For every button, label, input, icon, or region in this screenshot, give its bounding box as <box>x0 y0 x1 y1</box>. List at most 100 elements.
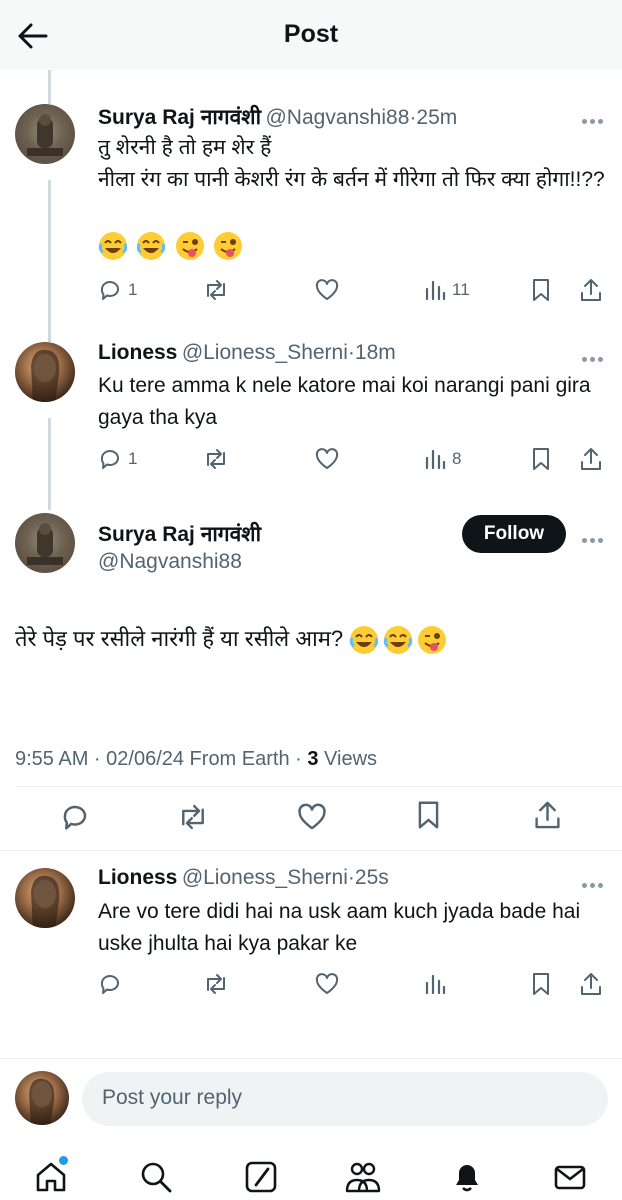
reply-count: 1 <box>128 449 138 468</box>
avatar[interactable] <box>15 868 75 928</box>
wink-tongue-emoji-icon <box>175 232 204 260</box>
views-count: 8 <box>452 449 462 468</box>
more-icon[interactable] <box>582 349 608 362</box>
messages-icon[interactable] <box>553 1160 587 1194</box>
thread-line <box>48 180 51 342</box>
repost-icon <box>207 449 225 469</box>
home-icon[interactable] <box>34 1160 68 1194</box>
share-button[interactable] <box>579 444 603 474</box>
display-name[interactable]: Lioness <box>98 866 177 889</box>
divider <box>0 850 622 851</box>
like-button[interactable] <box>314 444 340 474</box>
timestamp[interactable]: 25m <box>416 106 457 129</box>
reply-icon <box>63 805 87 830</box>
share-button[interactable] <box>579 969 603 999</box>
post-meta: 9:55 AM · 02/06/24 From Earth · 3 Views <box>15 748 377 771</box>
search-icon[interactable] <box>139 1160 173 1194</box>
more-icon[interactable] <box>582 875 608 888</box>
views-button[interactable]: 11 <box>424 275 470 305</box>
reply-icon <box>100 975 119 994</box>
bookmark-button[interactable] <box>530 275 552 305</box>
divider <box>15 786 622 787</box>
views-label: Views <box>318 748 378 770</box>
timestamp[interactable]: 18m <box>355 341 396 364</box>
divider <box>0 1058 622 1059</box>
display-name[interactable]: Surya Raj नागवंशी <box>98 520 261 548</box>
avatar[interactable] <box>15 104 75 164</box>
bookmark-button[interactable] <box>415 800 442 830</box>
views-button[interactable]: 8 <box>424 444 461 474</box>
repost-button[interactable] <box>202 444 230 474</box>
notifications-icon[interactable] <box>450 1160 484 1194</box>
more-icon[interactable] <box>582 530 608 543</box>
tweet-header: Surya Raj नागवंशी @Nagvanshi88·25m <box>98 103 457 131</box>
timestamp[interactable]: 25s <box>355 866 389 889</box>
views-icon <box>425 280 446 301</box>
views-count: 11 <box>452 280 470 299</box>
grok-icon[interactable] <box>244 1160 278 1194</box>
wink-tongue-emoji-icon <box>418 626 447 655</box>
repost-button[interactable] <box>202 275 230 305</box>
avatar[interactable] <box>15 342 75 402</box>
more-icon[interactable] <box>582 111 608 124</box>
repost-button[interactable] <box>176 802 210 832</box>
handle[interactable]: @Lioness_Sherni <box>182 341 348 364</box>
repost-button[interactable] <box>202 969 230 999</box>
tweet-text: Are vo tere didi hai na usk aam kuch jya… <box>98 900 581 955</box>
heart-icon <box>315 279 339 300</box>
avatar[interactable] <box>15 513 75 573</box>
main-actions <box>0 798 622 838</box>
my-avatar[interactable] <box>15 1071 69 1125</box>
tweet-header: Lioness @Lioness_Sherni·25s <box>98 866 389 890</box>
share-button[interactable] <box>579 275 603 305</box>
tweet-actions <box>98 969 608 999</box>
repost-icon <box>207 280 225 300</box>
bookmark-icon <box>533 973 549 995</box>
joy-emoji-icon <box>137 232 166 260</box>
page-title: Post <box>283 20 339 48</box>
handle[interactable]: @Nagvanshi88 <box>265 106 409 129</box>
reply-input[interactable]: Post your reply <box>82 1072 608 1126</box>
separator: · <box>347 866 355 889</box>
follow-button[interactable]: Follow <box>462 515 566 553</box>
separator: · <box>347 341 355 364</box>
reply-placeholder: Post your reply <box>102 1086 243 1109</box>
display-name[interactable]: Lioness <box>98 341 177 364</box>
notification-dot <box>59 1156 68 1165</box>
communities-icon[interactable] <box>344 1160 381 1194</box>
like-button[interactable] <box>314 275 340 305</box>
like-button[interactable] <box>296 802 328 832</box>
post-timestamp: 9:55 AM · 02/06/24 From Earth · <box>15 748 308 770</box>
share-icon <box>581 973 601 995</box>
reply-count: 1 <box>128 280 138 299</box>
share-icon <box>581 448 601 470</box>
reply-button[interactable] <box>60 802 90 832</box>
heart-icon <box>298 803 326 830</box>
bookmark-button[interactable] <box>530 969 552 999</box>
share-button[interactable] <box>533 800 562 830</box>
bookmark-icon <box>418 801 439 829</box>
reply-button[interactable]: 1 <box>98 444 137 474</box>
joy-emoji-icon <box>98 232 128 260</box>
thread-line <box>48 418 51 510</box>
main-tweet-text: तेरे पेड़ पर रसीले नारंगी हैं या रसीले आ… <box>15 626 344 651</box>
heart-icon <box>315 973 339 994</box>
views-icon <box>425 449 446 470</box>
reply-button[interactable]: 1 <box>98 275 137 305</box>
handle[interactable]: @Lioness_Sherni <box>182 866 348 889</box>
bookmark-icon <box>533 279 549 301</box>
view-count[interactable]: 3 <box>307 748 318 770</box>
wink-tongue-emoji-icon <box>214 232 243 260</box>
joy-emoji-icon <box>384 626 413 655</box>
handle[interactable]: @Nagvanshi88 <box>98 550 242 574</box>
tweet-text: Ku tere amma k nele katore mai koi naran… <box>98 374 591 429</box>
display-name[interactable]: Surya Raj नागवंशी <box>98 106 261 129</box>
joy-emoji-icon <box>350 626 379 655</box>
bookmark-button[interactable] <box>530 444 552 474</box>
views-button[interactable] <box>424 969 446 999</box>
thread-line <box>48 70 51 104</box>
reply-icon <box>100 450 119 469</box>
like-button[interactable] <box>314 969 340 999</box>
reply-icon <box>100 281 119 300</box>
reply-button[interactable] <box>98 969 122 999</box>
